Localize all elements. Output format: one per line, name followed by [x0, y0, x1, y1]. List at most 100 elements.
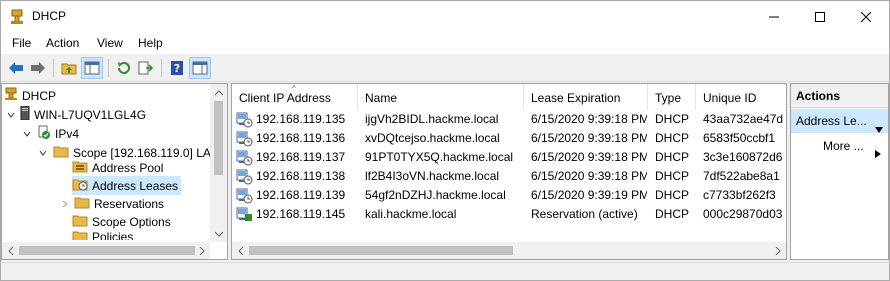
- menu-file[interactable]: File: [12, 36, 31, 50]
- cell-type: DHCP: [655, 112, 690, 126]
- cell-ip: 192.168.119.135: [256, 112, 346, 126]
- lease-icon: [236, 168, 253, 185]
- menu-bar: File Action View Help: [1, 32, 889, 54]
- tree-item-label: Reservations: [94, 196, 165, 211]
- cell-ip: 192.168.119.136: [256, 131, 346, 145]
- scroll-thumb[interactable]: [249, 246, 513, 255]
- up-folder-icon[interactable]: [58, 57, 80, 79]
- tree-item-label: Address Pool: [92, 160, 164, 175]
- chevron-down-icon[interactable]: [6, 110, 16, 120]
- show-hide-console-tree-icon[interactable]: [81, 57, 103, 79]
- table-row[interactable]: 192.168.119.138 lf2B4I3oVN.hackme.local 6/…: [232, 167, 786, 186]
- list-horizontal-scrollbar[interactable]: [232, 242, 786, 259]
- tree-vertical-scrollbar[interactable]: [210, 84, 227, 242]
- address-leases-icon: [72, 177, 88, 194]
- tree-item-label: Scope Options: [92, 214, 171, 229]
- back-icon[interactable]: [5, 57, 27, 79]
- table-row[interactable]: 192.168.119.139 54gf2nDZHJ.hackme.local 6/…: [232, 186, 786, 205]
- cell-type: DHCP: [655, 188, 690, 202]
- chevron-right-icon[interactable]: [60, 199, 70, 209]
- sort-ascending-icon: ^: [292, 84, 296, 93]
- cell-uid: 43aa732ae47d: [703, 112, 784, 126]
- tree-item-address-pool[interactable]: Address Pool: [72, 158, 163, 177]
- actions-pane: Actions Address Le... More ...: [790, 83, 889, 260]
- menu-help[interactable]: Help: [138, 36, 163, 50]
- table-row[interactable]: 192.168.119.145 kali.hackme.local Reservat…: [232, 205, 786, 224]
- chevron-down-icon[interactable]: [22, 129, 32, 139]
- scroll-left-icon[interactable]: [2, 242, 19, 259]
- scroll-left-icon[interactable]: [232, 242, 249, 259]
- column-label: Type: [655, 91, 682, 105]
- tree-item-server[interactable]: WIN-L7UQV1LGL4G: [6, 105, 146, 124]
- column-client-ip[interactable]: Client IP Address ^: [232, 84, 358, 110]
- more-actions[interactable]: More ...: [791, 134, 888, 158]
- column-name[interactable]: Name: [358, 84, 524, 110]
- server-icon: [20, 105, 30, 123]
- tree-item-scope-options[interactable]: Scope Options: [72, 212, 171, 231]
- cell-ip: 192.168.119.139: [256, 188, 346, 202]
- tree-item-label: IPv4: [55, 126, 80, 141]
- column-type[interactable]: Type: [648, 84, 696, 110]
- scroll-thumb[interactable]: [19, 246, 195, 255]
- cell-uid: 6583f50ccbf1: [703, 131, 776, 145]
- column-label: Name: [365, 91, 398, 105]
- tree-item-address-leases[interactable]: Address Leases: [72, 176, 182, 195]
- cell-expiration: 6/15/2020 9:39:18 PM: [531, 169, 647, 183]
- cell-expiration: 6/15/2020 9:39:18 PM: [531, 131, 647, 145]
- window-title: DHCP: [32, 9, 67, 23]
- toolbar-separator: [161, 59, 162, 77]
- cell-expiration: 6/15/2020 9:39:18 PM: [531, 150, 647, 164]
- scroll-right-icon[interactable]: [193, 242, 210, 259]
- collapse-up-icon[interactable]: [875, 117, 883, 133]
- lease-icon: [236, 130, 253, 147]
- tree-item-label: Address Leases: [92, 178, 179, 193]
- column-unique-id[interactable]: Unique ID: [696, 84, 786, 110]
- title-bar: DHCP: [1, 1, 889, 32]
- tree-horizontal-scrollbar[interactable]: [2, 242, 210, 259]
- cell-name: xvDQtcejso.hackme.local: [365, 131, 500, 145]
- lease-icon: [236, 149, 253, 166]
- actions-section-address-leases[interactable]: Address Le...: [791, 109, 888, 133]
- ipv4-icon: [37, 125, 51, 142]
- menu-view[interactable]: View: [97, 36, 123, 50]
- toolbar-separator: [53, 59, 54, 77]
- column-label: Unique ID: [703, 91, 757, 105]
- actions-title: Actions: [791, 84, 888, 108]
- actions-section-label: Address Le...: [796, 114, 867, 128]
- table-row[interactable]: 192.168.119.136 xvDQtcejso.hackme.local 6/…: [232, 129, 786, 148]
- minimize-button[interactable]: [751, 1, 797, 32]
- scroll-right-icon[interactable]: [769, 242, 786, 259]
- help-icon[interactable]: ?: [166, 57, 188, 79]
- toolbar: ?: [1, 54, 889, 82]
- close-button[interactable]: [843, 1, 889, 32]
- scroll-thumb[interactable]: [214, 101, 223, 175]
- status-bar: [1, 262, 889, 280]
- lease-list: Client IP Address ^ Name Lease Expiratio…: [231, 83, 787, 260]
- scroll-up-icon[interactable]: [210, 84, 227, 101]
- cell-uid: c7733bf262f3: [703, 188, 776, 202]
- cell-name: kali.hackme.local: [365, 207, 457, 221]
- tree-item-reservations[interactable]: Reservations: [60, 194, 164, 213]
- show-hide-action-pane-icon[interactable]: [189, 57, 211, 79]
- maximize-button[interactable]: [797, 1, 843, 32]
- svg-text:?: ?: [174, 62, 180, 75]
- refresh-icon[interactable]: [113, 57, 135, 79]
- tree-item-ipv4[interactable]: IPv4: [22, 124, 79, 143]
- folder-icon: [74, 196, 90, 212]
- column-label: Lease Expiration: [531, 91, 621, 105]
- cell-uid: 7df522abe8a1: [703, 169, 780, 183]
- cell-expiration: 6/15/2020 9:39:18 PM: [531, 112, 647, 126]
- tree-item-dhcp[interactable]: DHCP: [4, 86, 56, 105]
- tree-item-policies[interactable]: Policies: [72, 230, 133, 240]
- menu-action[interactable]: Action: [46, 36, 79, 50]
- table-row[interactable]: 192.168.119.137 91PT0TYX5Q.hackme.local 6/…: [232, 148, 786, 167]
- scroll-down-icon[interactable]: [210, 225, 227, 242]
- cell-type: DHCP: [655, 207, 690, 221]
- column-label: Client IP Address: [239, 91, 331, 105]
- forward-icon[interactable]: [27, 57, 49, 79]
- table-row[interactable]: 192.168.119.135 ijgVh2BIDL.hackme.local 6/…: [232, 110, 786, 129]
- export-list-icon[interactable]: [135, 57, 157, 79]
- cell-uid: 000c29870d03: [703, 207, 783, 221]
- column-lease-expiration[interactable]: Lease Expiration: [524, 84, 648, 110]
- chevron-down-icon[interactable]: [38, 148, 48, 158]
